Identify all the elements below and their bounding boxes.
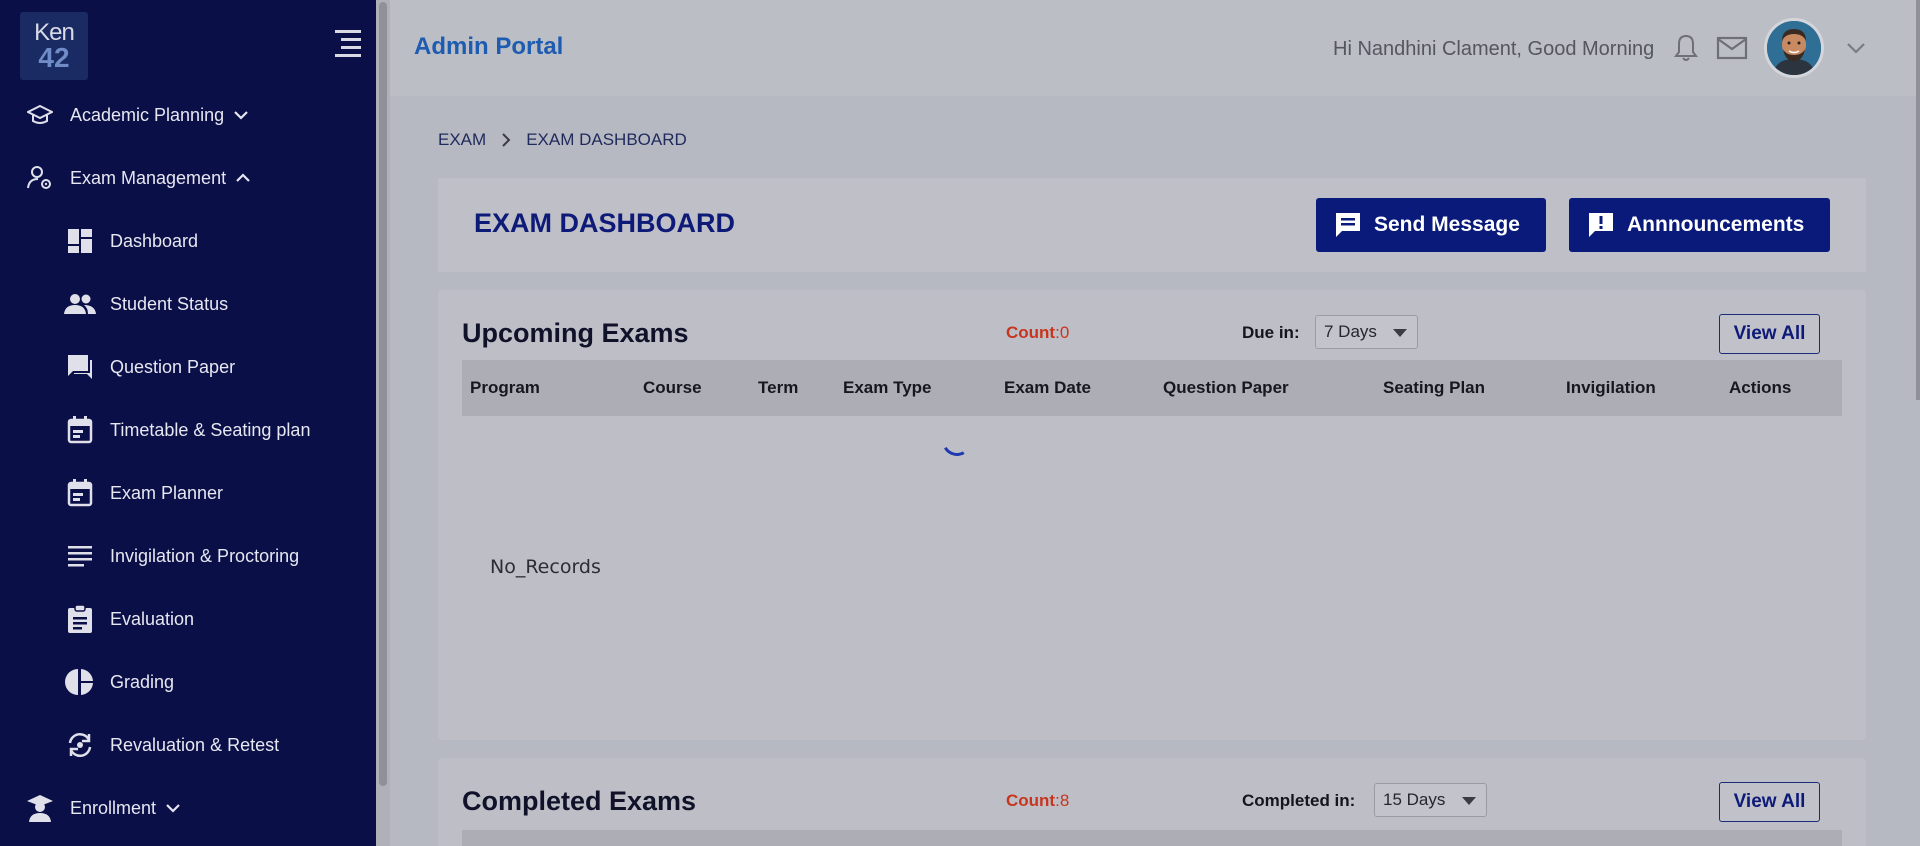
calendar-icon — [64, 414, 96, 446]
sidebar-item-label: Evaluation — [110, 608, 195, 629]
column-header-program: Program — [470, 378, 540, 397]
completed-in-value: 15 Days — [1383, 790, 1446, 809]
user-gear-icon — [24, 162, 56, 194]
sidebar-item-label: Revaluation & Retest — [110, 734, 280, 755]
chevron-down-icon — [166, 804, 180, 813]
pie-chart-icon — [64, 666, 96, 698]
breadcrumb-item-exam-dashboard: EXAM DASHBOARD — [526, 130, 687, 149]
sidebar-item-grading[interactable]: Grading — [0, 662, 376, 702]
logo-text-bottom: 42 — [38, 42, 70, 73]
completed-count: Count:8 — [1006, 791, 1069, 811]
sidebar-item-label: Invigilation & Proctoring — [110, 545, 300, 566]
clipboard-icon — [64, 603, 96, 635]
graduation-cap-icon — [24, 99, 56, 131]
upcoming-table-header: Program Course Term Exam Type Exam Date … — [462, 360, 1842, 416]
lines-icon — [64, 540, 96, 572]
sidebar-item-label: Dashboard — [110, 230, 199, 251]
sidebar-item-label: Timetable & Seating plan — [110, 419, 311, 440]
sidebar-item-timetable-seating[interactable]: Timetable & Seating plan — [0, 410, 376, 450]
ken42-logo[interactable]: Ken 42 — [20, 12, 88, 80]
completed-exams-card: Completed Exams Count:8 Completed in: 15… — [438, 758, 1866, 846]
sidebar-item-student-status[interactable]: Student Status — [0, 284, 376, 324]
menu-toggle-icon[interactable] — [331, 30, 361, 60]
completed-view-all-button[interactable]: View All — [1719, 782, 1820, 822]
announcements-button[interactable]: Annnouncements — [1569, 198, 1830, 252]
due-in-value: 7 Days — [1324, 322, 1377, 341]
column-header-seating-plan: Seating Plan — [1383, 378, 1486, 397]
column-header-actions: Actions — [1729, 378, 1792, 397]
due-in-select[interactable]: 7 Days — [1315, 315, 1418, 349]
announcements-label: Annnouncements — [1627, 213, 1805, 236]
count-value: :0 — [1055, 323, 1070, 342]
count-label: Count — [1006, 323, 1056, 342]
sidebar-item-label: Enrollment — [70, 797, 157, 818]
portal-title[interactable]: Admin Portal — [414, 33, 563, 61]
loading-spinner-icon — [938, 422, 976, 460]
sidebar: Ken 42 Academic Planning Exam Management… — [0, 0, 390, 846]
user-greeting: Hi Nandhini Clament, Good Morning — [1333, 38, 1655, 60]
due-in-label: Due in: — [1242, 323, 1300, 342]
chat-icon — [64, 351, 96, 383]
sidebar-item-exam-management[interactable]: Exam Management — [0, 158, 376, 198]
page-title: EXAM DASHBOARD — [474, 208, 736, 238]
chevron-right-icon — [502, 133, 511, 147]
breadcrumb-item-exam[interactable]: EXAM — [438, 130, 486, 150]
upcoming-count: Count:0 — [1006, 323, 1069, 343]
page-scrollbar[interactable] — [1916, 0, 1920, 400]
page-title-card: EXAM DASHBOARD Send Message Annnouncemen… — [438, 178, 1866, 272]
column-header-question-paper: Question Paper — [1163, 378, 1289, 397]
sidebar-item-label: Student Status — [110, 293, 229, 314]
chevron-down-icon — [234, 111, 248, 120]
sidebar-item-label: Academic Planning — [70, 104, 225, 125]
count-value: :8 — [1055, 791, 1070, 810]
sidebar-item-label: Grading — [110, 671, 175, 692]
sidebar-item-label: Question Paper — [110, 356, 236, 377]
student-icon — [24, 792, 56, 824]
announcement-icon — [1589, 213, 1613, 237]
completed-in-label: Completed in: — [1242, 791, 1356, 810]
people-icon — [64, 288, 96, 320]
refresh-icon — [64, 729, 96, 761]
no-records-text: No_Records — [490, 556, 601, 578]
sidebar-item-label: Exam Planner — [110, 482, 224, 503]
user-avatar[interactable] — [1764, 18, 1824, 78]
sidebar-item-exam-planner[interactable]: Exam Planner — [0, 473, 376, 513]
bell-icon[interactable] — [1670, 32, 1702, 64]
upcoming-exams-title: Upcoming Exams — [462, 318, 689, 348]
chevron-down-icon[interactable] — [1844, 36, 1868, 60]
message-icon — [1336, 213, 1360, 237]
upcoming-exams-card: Upcoming Exams Count:0 Due in: 7 Days Vi… — [438, 290, 1866, 740]
calendar-icon — [64, 477, 96, 509]
send-message-button[interactable]: Send Message — [1316, 198, 1546, 252]
dashboard-icon — [64, 225, 96, 257]
top-header: Admin Portal Hi Nandhini Clament, Good M… — [390, 0, 1920, 96]
completed-in-select[interactable]: 15 Days — [1374, 783, 1487, 817]
count-label: Count — [1006, 791, 1056, 810]
sidebar-item-revaluation[interactable]: Revaluation & Retest — [0, 725, 376, 765]
sidebar-item-evaluation[interactable]: Evaluation — [0, 599, 376, 639]
sidebar-item-label: Exam Management — [70, 167, 227, 188]
sidebar-item-dashboard[interactable]: Dashboard — [0, 221, 376, 261]
breadcrumb: EXAM EXAM DASHBOARD — [438, 130, 687, 150]
completed-table-header — [462, 830, 1842, 846]
sidebar-item-academic-planning[interactable]: Academic Planning — [0, 95, 376, 135]
column-header-term: Term — [758, 378, 799, 397]
upcoming-view-all-button[interactable]: View All — [1719, 314, 1820, 354]
dropdown-caret-icon — [1462, 797, 1476, 805]
sidebar-item-invigilation[interactable]: Invigilation & Proctoring — [0, 536, 376, 576]
sidebar-scrollbar[interactable] — [376, 0, 390, 846]
column-header-exam-type: Exam Type — [843, 378, 932, 397]
sidebar-item-enrollment[interactable]: Enrollment — [0, 788, 376, 828]
send-message-label: Send Message — [1374, 213, 1520, 236]
column-header-course: Course — [643, 378, 702, 397]
completed-exams-title: Completed Exams — [462, 786, 697, 816]
sidebar-item-question-paper[interactable]: Question Paper — [0, 347, 376, 387]
column-header-exam-date: Exam Date — [1004, 378, 1091, 397]
dropdown-caret-icon — [1393, 329, 1407, 337]
column-header-invigilation: Invigilation — [1566, 378, 1656, 397]
mail-icon[interactable] — [1716, 32, 1748, 64]
chevron-up-icon — [236, 173, 250, 182]
